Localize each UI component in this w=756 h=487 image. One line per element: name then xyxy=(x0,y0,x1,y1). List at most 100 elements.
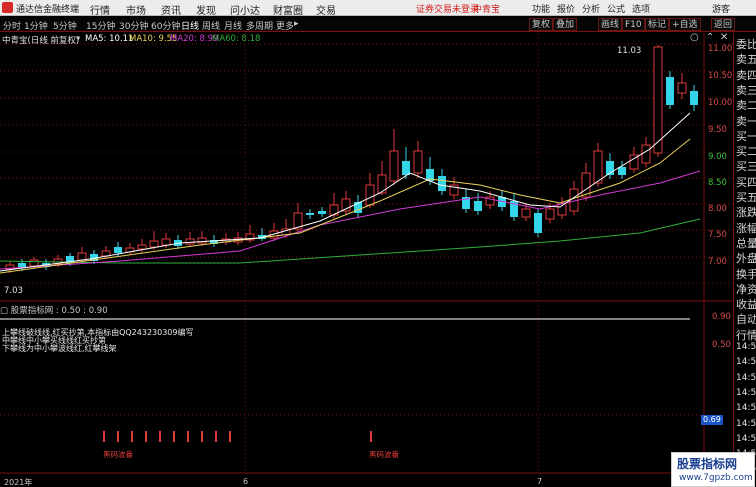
tab-multi-period[interactable]: 多周期 xyxy=(246,19,273,32)
period-toolbar: 分时 1分钟 5分钟 15分钟 30分钟 60分钟 日线 周线 月线 多周期 更… xyxy=(0,17,756,32)
mark-button[interactable]: 标记 xyxy=(645,18,670,31)
candle-down xyxy=(306,213,314,215)
candle-up xyxy=(389,150,399,182)
tab-intraday[interactable]: 分时 xyxy=(3,19,21,32)
guest-label[interactable]: 游客 xyxy=(712,2,730,15)
price-low-label: 7.03 xyxy=(4,286,23,296)
f10-button[interactable]: F10 xyxy=(622,18,645,31)
tab-daily[interactable]: 日线 xyxy=(181,19,199,32)
indicator-note-line3: 下攀线为中小攀波线红,红攀线架 xyxy=(2,344,117,353)
menu-news[interactable]: 资讯 xyxy=(161,2,181,17)
app-title: 通达信金融终端 xyxy=(16,5,80,15)
draw-line-button[interactable]: 画线 xyxy=(598,18,623,31)
lower-collapse-icon[interactable]: ▢ xyxy=(0,306,11,316)
menu-ask[interactable]: 问小达 xyxy=(230,2,260,17)
lower-panel-title: ▢ 股票指标网 : 0.50 : 0.90 xyxy=(0,304,108,316)
side-item-26[interactable]: 14:50 xyxy=(736,434,756,444)
watermark-title: 股票指标网 xyxy=(677,457,738,471)
tab-60min[interactable]: 60分钟 xyxy=(151,19,180,32)
side-item-16[interactable]: 净资 xyxy=(736,281,756,297)
side-item-5[interactable]: 卖一 xyxy=(736,113,756,129)
side-item-18[interactable]: 自动 xyxy=(736,311,756,327)
tab-5min[interactable]: 5分钟 xyxy=(53,19,77,32)
side-item-2[interactable]: 卖四 xyxy=(736,67,756,83)
side-item-9[interactable]: 买四 xyxy=(736,174,756,190)
add-watchlist-button[interactable]: +自选 xyxy=(669,18,701,31)
price-tick-9.00: 9.00 xyxy=(708,152,727,162)
candle-up xyxy=(677,82,687,94)
menu-quotes[interactable]: 行情 xyxy=(90,2,110,17)
side-item-20[interactable]: 14:50 xyxy=(736,342,756,352)
side-item-17[interactable]: 收益 xyxy=(736,296,756,312)
side-item-0[interactable]: 委比 xyxy=(736,36,756,52)
side-item-1[interactable]: 卖五 xyxy=(736,51,756,67)
login-notice[interactable]: 证券交易未登录 xyxy=(416,2,479,15)
menu-analysis[interactable]: 分析 xyxy=(582,2,600,15)
side-item-12[interactable]: 涨幅 xyxy=(736,220,756,236)
back-button[interactable]: 返回 xyxy=(711,18,736,31)
side-item-8[interactable]: 买三 xyxy=(736,158,756,174)
tab-15min[interactable]: 15分钟 xyxy=(86,19,115,32)
menu-market[interactable]: 市场 xyxy=(126,2,146,17)
side-item-21[interactable]: 14:50 xyxy=(736,357,756,367)
menu-options[interactable]: 选项 xyxy=(632,2,650,15)
candle-down xyxy=(690,91,698,105)
tab-1min[interactable]: 1分钟 xyxy=(24,19,48,32)
adjust-button[interactable]: 复权 xyxy=(529,18,554,31)
watermark-url: www.7gpzb.com xyxy=(679,473,753,483)
price-tick-8.00: 8.00 xyxy=(708,204,727,214)
side-item-25[interactable]: 14:50 xyxy=(736,419,756,429)
side-item-24[interactable]: 14:50 xyxy=(736,403,756,413)
menu-wealth[interactable]: 财富圈 xyxy=(273,2,303,17)
tab-monthly[interactable]: 月线 xyxy=(224,19,242,32)
quote-side-panel: 委比 卖五 卖四 卖三 卖二 卖一 买一 买二 买三 买四 买五 涨跌 涨幅 总量 外盘 换手 净资 收益 自动 行情… xyxy=(733,33,756,487)
tab-more[interactable]: 更多 xyxy=(276,19,294,32)
side-item-15[interactable]: 换手 xyxy=(736,266,756,282)
candle-up xyxy=(413,150,423,174)
menu-function[interactable]: 功能 xyxy=(532,2,550,15)
tab-weekly[interactable]: 周线 xyxy=(202,19,220,32)
candle-up xyxy=(185,238,195,245)
candle-down xyxy=(318,211,326,214)
date-label-month7: 7 xyxy=(537,477,543,486)
candle-down xyxy=(474,201,482,211)
candle-down xyxy=(18,263,26,267)
candle-up xyxy=(653,46,663,154)
date-label-month6: 6 xyxy=(243,477,249,486)
side-item-23[interactable]: 14:50 xyxy=(736,388,756,398)
side-item-19[interactable]: 行情 xyxy=(736,327,756,343)
side-item-3[interactable]: 卖三 xyxy=(736,82,756,98)
menu-formula[interactable]: 公式 xyxy=(607,2,625,15)
candle-down xyxy=(666,77,674,105)
candle-up xyxy=(77,252,87,261)
kline-chart[interactable] xyxy=(0,33,733,487)
candle-down xyxy=(618,167,626,175)
price-tick-10.50: 10.50 xyxy=(708,71,733,81)
side-item-7[interactable]: 买二 xyxy=(736,143,756,159)
candle-up xyxy=(521,208,531,218)
overlay-button[interactable]: 叠加 xyxy=(553,18,578,31)
side-item-11[interactable]: 涨跌 xyxy=(736,204,756,220)
side-item-4[interactable]: 卖二 xyxy=(736,97,756,113)
price-tick-8.50: 8.50 xyxy=(708,178,727,188)
chevron-right-icon[interactable]: ▸ xyxy=(294,19,299,29)
candle-up xyxy=(149,240,159,248)
tab-30min[interactable]: 30分钟 xyxy=(119,19,148,32)
side-item-22[interactable]: 14:50 xyxy=(736,373,756,383)
signal-label-1: 黑码波番 xyxy=(103,450,133,459)
price-tick-11.00: 11.00 xyxy=(708,44,733,54)
candle-down xyxy=(438,176,446,191)
notice-stock: 中青宝 xyxy=(473,5,501,15)
candle-down xyxy=(402,161,410,175)
candle-up xyxy=(545,208,555,220)
candle-down xyxy=(114,247,122,253)
menu-discover[interactable]: 发现 xyxy=(196,2,216,17)
side-item-13[interactable]: 总量 xyxy=(736,235,756,251)
lower-axis-0.90: 0.90 xyxy=(712,312,731,322)
menu-quote[interactable]: 报价 xyxy=(557,2,575,15)
candle-up xyxy=(161,238,171,246)
menu-trade[interactable]: 交易 xyxy=(316,2,336,17)
side-item-14[interactable]: 外盘 xyxy=(736,250,756,266)
side-item-6[interactable]: 买一 xyxy=(736,128,756,144)
side-item-10[interactable]: 买五 xyxy=(736,189,756,205)
